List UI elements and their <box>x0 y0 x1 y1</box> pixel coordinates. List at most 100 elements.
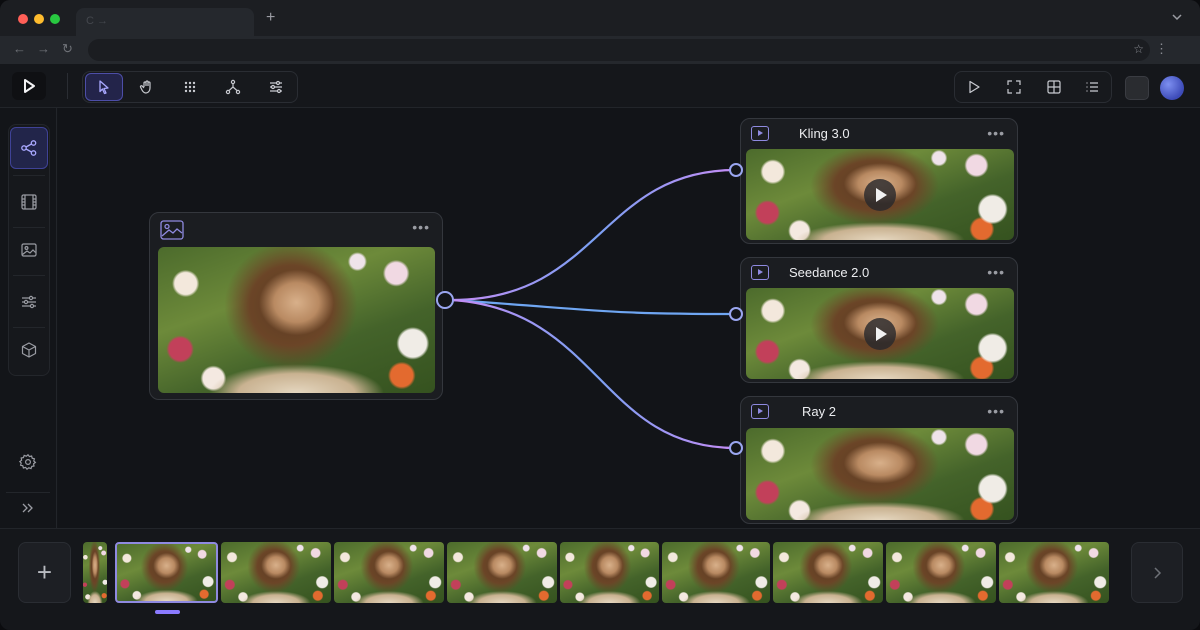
hand-pan-icon <box>139 80 151 94</box>
settings-button[interactable] <box>15 449 41 475</box>
settings-icon <box>19 453 37 471</box>
sidebar-item-3d[interactable] <box>10 329 48 371</box>
chevron-right-icon <box>1154 566 1162 579</box>
user-avatar[interactable] <box>1160 76 1184 100</box>
sidebar-item-workflow[interactable] <box>10 127 48 169</box>
output-title: Kling 3.0 <box>799 126 850 141</box>
back-button[interactable]: ← <box>13 41 26 56</box>
chevron-down-icon[interactable] <box>1170 10 1184 24</box>
sidebar-nav <box>8 124 50 376</box>
minimize-window-button[interactable] <box>34 14 44 24</box>
fullscreen-button[interactable] <box>995 73 1033 101</box>
sidebar-divider <box>6 492 50 493</box>
list-button[interactable] <box>1073 73 1111 101</box>
filmstrip-frame[interactable] <box>447 542 557 603</box>
browser-titlebar: C → + <box>0 0 1200 36</box>
video-thumbnail <box>746 149 1014 240</box>
workflow-nodes-icon <box>21 140 37 156</box>
video-thumbnail <box>746 288 1014 379</box>
play-icon <box>969 80 980 94</box>
video-icon <box>751 265 769 280</box>
layout-button[interactable] <box>1035 73 1073 101</box>
filmstrip-frame[interactable] <box>773 542 883 603</box>
output-node-ray[interactable]: Ray 2 ••• <box>740 396 1018 524</box>
fullscreen-icon <box>1007 80 1021 94</box>
adjust-tool-button[interactable] <box>257 73 295 101</box>
toolbar-divider <box>67 73 68 99</box>
play-button-icon[interactable] <box>864 317 896 350</box>
video-thumbnail <box>746 428 1014 520</box>
input-port-kling[interactable] <box>729 163 743 177</box>
select-tool-button[interactable] <box>85 73 123 101</box>
output-title: Seedance 2.0 <box>789 265 870 280</box>
maximize-window-button[interactable] <box>50 14 60 24</box>
node-menu-button[interactable]: ••• <box>987 264 1005 280</box>
sliders-icon <box>270 80 282 94</box>
output-node-kling[interactable]: Kling 3.0 ••• <box>740 118 1018 244</box>
run-button[interactable] <box>955 73 993 101</box>
play-button-icon[interactable] <box>864 178 896 211</box>
sidebar-divider <box>13 327 45 328</box>
selected-frame-indicator <box>155 610 180 614</box>
close-window-button[interactable] <box>18 14 28 24</box>
input-port-ray[interactable] <box>729 441 743 455</box>
browser-tab[interactable]: C → <box>76 8 254 36</box>
node-branch-icon <box>225 79 241 95</box>
forward-button[interactable]: → <box>37 41 50 56</box>
source-output-port[interactable] <box>436 291 454 309</box>
sidebar-item-video[interactable] <box>10 181 48 223</box>
sidebar-divider <box>13 275 45 276</box>
sidebar-item-images[interactable] <box>10 229 48 271</box>
browser-window: C → + ← → ↻ ☆ ⋮ ••• Kling 3.0 ••• Seedan… <box>0 0 1200 630</box>
filmstrip-frame[interactable] <box>886 542 996 603</box>
reload-button[interactable]: ↻ <box>62 41 73 57</box>
filmstrip-frame[interactable] <box>560 542 659 603</box>
filmstrip-next-button[interactable] <box>1131 542 1183 603</box>
filmstrip-frame[interactable] <box>221 542 331 603</box>
image-icon <box>160 220 184 240</box>
new-tab-button[interactable]: + <box>266 9 275 27</box>
expand-icon <box>22 503 33 513</box>
node-menu-button[interactable]: ••• <box>987 403 1005 419</box>
source-image-thumbnail <box>158 247 435 393</box>
app-logo[interactable] <box>12 72 46 100</box>
cube-icon <box>21 342 37 358</box>
connect-tool-button[interactable] <box>214 73 252 101</box>
bookmark-star-icon[interactable]: ☆ <box>1133 42 1144 56</box>
tab-ghost-text: C → <box>86 15 108 27</box>
filmstrip: + <box>0 528 1200 630</box>
view-controls <box>954 71 1112 103</box>
output-title: Ray 2 <box>802 404 836 419</box>
add-frame-button[interactable]: + <box>18 542 71 603</box>
sidebar-divider <box>13 175 45 176</box>
pan-tool-button[interactable] <box>128 73 166 101</box>
filmstrip-frame[interactable] <box>662 542 770 603</box>
browser-menu-button[interactable]: ⋮ <box>1155 41 1168 57</box>
sidebar-divider <box>13 227 45 228</box>
color-swatch-button[interactable] <box>1125 76 1149 100</box>
sidebar-item-adjustments[interactable] <box>10 281 48 323</box>
tool-group <box>82 71 298 103</box>
output-node-seedance[interactable]: Seedance 2.0 ••• <box>740 257 1018 383</box>
input-port-seedance[interactable] <box>729 307 743 321</box>
app-toolbar <box>0 64 1200 108</box>
address-bar[interactable]: ☆ <box>88 39 1150 61</box>
browser-navbar: ← → ↻ ☆ ⋮ <box>0 36 1200 64</box>
expand-sidebar-button[interactable] <box>15 495 41 521</box>
film-icon <box>21 194 37 210</box>
video-icon <box>751 126 769 141</box>
adjustments-icon <box>22 295 36 309</box>
filmstrip-frame[interactable] <box>83 542 107 603</box>
layout-grid-icon <box>1047 80 1061 94</box>
play-logo-icon <box>24 79 35 93</box>
filmstrip-frame[interactable] <box>334 542 444 603</box>
node-menu-button[interactable]: ••• <box>412 219 430 235</box>
list-icon <box>1086 82 1098 92</box>
node-menu-button[interactable]: ••• <box>987 125 1005 141</box>
filmstrip-frame[interactable] <box>999 542 1109 603</box>
grid-tool-button[interactable] <box>171 73 209 101</box>
video-icon <box>751 404 769 419</box>
filmstrip-frame-selected[interactable] <box>115 542 218 603</box>
source-image-node[interactable]: ••• <box>149 212 443 400</box>
grid-dots-icon <box>184 81 196 93</box>
